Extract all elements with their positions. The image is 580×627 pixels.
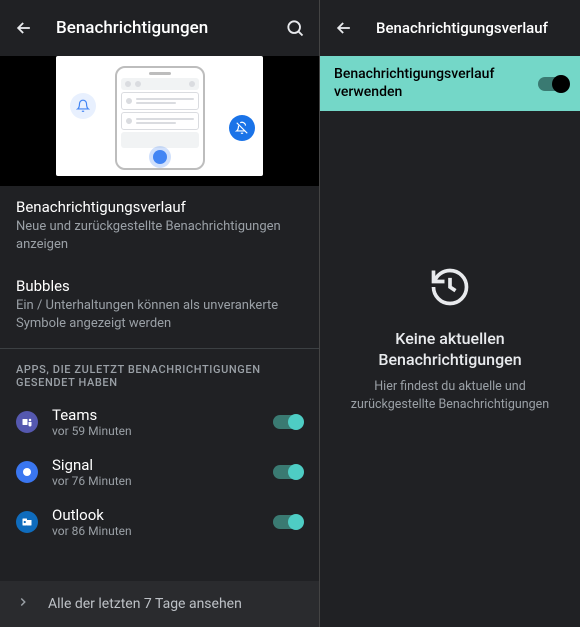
app-name: Signal (52, 456, 259, 474)
toggle-switch[interactable] (538, 77, 568, 91)
chevron-right-icon (16, 595, 30, 613)
outlook-icon (16, 511, 38, 533)
empty-title: Keine aktuellen Benachrichtigungen (344, 329, 556, 371)
app-row-teams[interactable]: Teams vor 59 Minuten (0, 397, 319, 447)
bell-icon (70, 93, 96, 119)
empty-state: Keine aktuellen Benachrichtigungen Hier … (320, 111, 580, 627)
search-icon[interactable] (283, 16, 307, 40)
see-all-last-7-days[interactable]: Alle der letzten 7 Tage ansehen (0, 581, 319, 627)
empty-subtitle: Hier findest du aktuelle und zurückgeste… (344, 378, 556, 413)
teams-icon (16, 411, 38, 433)
page-title: Benachrichtigungsverlauf (376, 19, 568, 37)
app-name: Teams (52, 406, 259, 424)
toggle-switch[interactable] (273, 415, 303, 429)
section-header-recent-apps: APPS, DIE ZULETZT BENACHRICHTIGUNGEN GES… (0, 349, 319, 397)
footer-link-label: Alle der letzten 7 Tage ansehen (48, 596, 242, 612)
phone-mockup (115, 66, 205, 170)
toggle-switch[interactable] (273, 515, 303, 529)
use-history-banner[interactable]: Benachrichtigungsverlauf verwenden (320, 56, 580, 111)
setting-bubbles[interactable]: Bubbles Ein / Unterhaltungen können als … (0, 265, 319, 344)
signal-icon (16, 461, 38, 483)
app-subtext: vor 59 Minuten (52, 424, 259, 438)
setting-notification-history[interactable]: Benachrichtigungsverlauf Neue und zurück… (0, 186, 319, 265)
setting-subtitle: Neue und zurückgestellte Benachrichtigun… (16, 218, 303, 253)
setting-title: Benachrichtigungsverlauf (16, 198, 303, 216)
back-icon[interactable] (12, 16, 36, 40)
history-icon (428, 265, 472, 313)
app-name: Outlook (52, 506, 259, 524)
appbar-left: Benachrichtigungen (0, 0, 319, 56)
toggle-switch[interactable] (273, 465, 303, 479)
page-title: Benachrichtigungen (56, 18, 263, 38)
back-icon[interactable] (332, 16, 356, 40)
app-subtext: vor 76 Minuten (52, 474, 259, 488)
appbar-right: Benachrichtigungsverlauf (320, 0, 580, 56)
app-row-outlook[interactable]: Outlook vor 86 Minuten (0, 497, 319, 547)
hero-illustration (0, 56, 319, 186)
banner-label: Benachrichtigungsverlauf verwenden (334, 66, 532, 101)
setting-title: Bubbles (16, 277, 303, 295)
app-subtext: vor 86 Minuten (52, 524, 259, 538)
notification-history-panel: Benachrichtigungsverlauf Benachrichtigun… (320, 0, 580, 627)
notifications-settings-panel: Benachrichtigungen Benachrichtigungsverl… (0, 0, 320, 627)
app-row-signal[interactable]: Signal vor 76 Minuten (0, 447, 319, 497)
setting-subtitle: Ein / Unterhaltungen können als unverank… (16, 297, 303, 332)
bell-off-icon (229, 115, 255, 141)
